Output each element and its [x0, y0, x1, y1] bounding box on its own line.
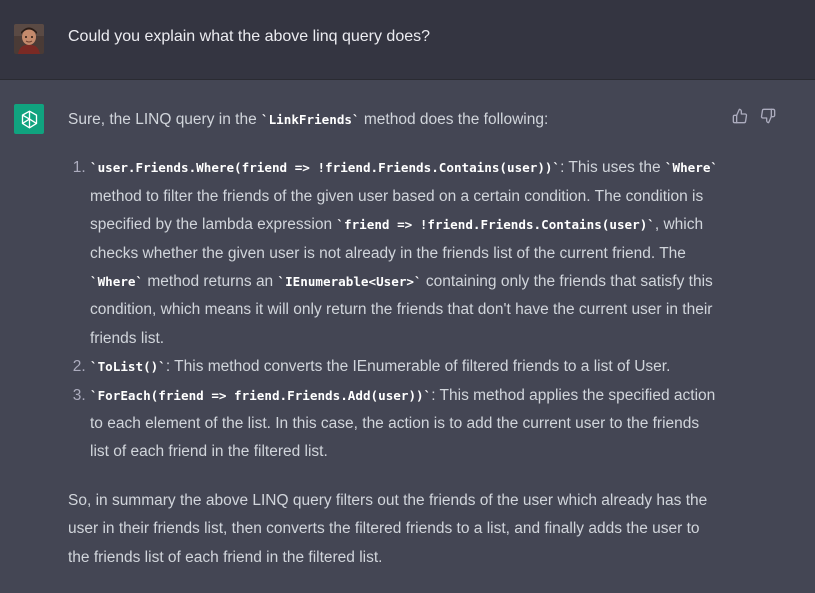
inline-code: `ForEach(friend => friend.Friends.Add(us… [90, 387, 432, 403]
openai-logo-icon [14, 104, 44, 134]
inline-code: `IEnumerable<User>` [277, 274, 422, 290]
intro-text-before: Sure, the LINQ query in the [68, 111, 261, 128]
thumbs-down-icon[interactable] [759, 107, 777, 125]
list-item: `ToList()`: This method converts the IEn… [90, 353, 718, 381]
thumbs-up-icon[interactable] [731, 107, 749, 125]
inline-code: `ToList()` [90, 359, 166, 375]
user-avatar [14, 24, 44, 54]
list-item-text: : This uses the [560, 159, 665, 177]
inline-code: `friend => !friend.Friends.Contains(user… [336, 217, 655, 233]
assistant-message-content: Sure, the LINQ query in the `LinkFriends… [68, 106, 718, 572]
list-item: `user.Friends.Where(friend => !friend.Fr… [90, 154, 718, 353]
intro-text-after: method does the following: [359, 111, 549, 128]
list-item-text: method returns an [143, 273, 278, 291]
inline-code: `Where` [664, 160, 718, 176]
explanation-list: `user.Friends.Where(friend => !friend.Fr… [68, 154, 718, 466]
user-message-row: Could you explain what the above linq qu… [0, 0, 815, 80]
intro-paragraph: Sure, the LINQ query in the `LinkFriends… [68, 106, 718, 134]
inline-code: `user.Friends.Where(friend => !friend.Fr… [90, 160, 561, 176]
inline-code: `LinkFriends` [261, 112, 360, 127]
inline-code: `Where` [90, 274, 144, 290]
list-item-text: : This method converts the IEnumerable o… [165, 358, 671, 376]
list-item: `ForEach(friend => friend.Friends.Add(us… [90, 382, 718, 467]
user-message-text: Could you explain what the above linq qu… [68, 28, 431, 45]
assistant-message-row: Sure, the LINQ query in the `LinkFriends… [0, 80, 815, 593]
summary-paragraph: So, in summary the above LINQ query filt… [68, 491, 708, 566]
